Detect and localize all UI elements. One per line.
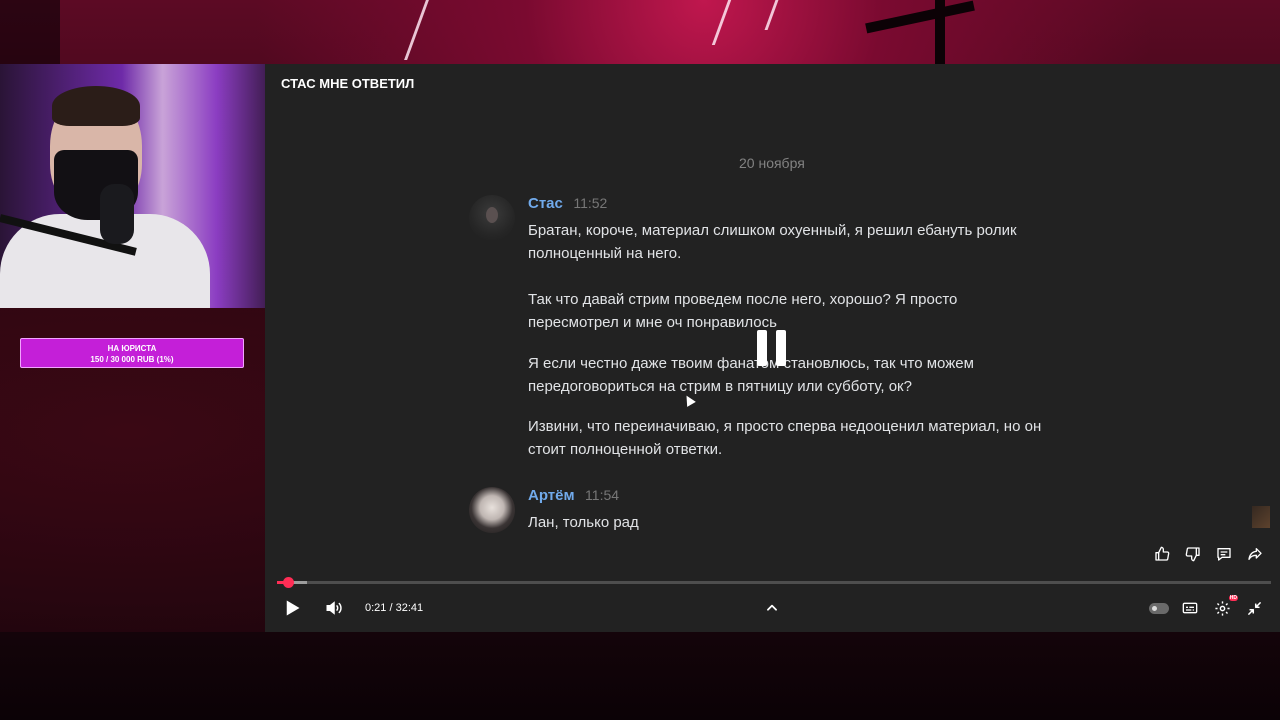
volume-icon (326, 601, 342, 615)
autoplay-toggle[interactable] (1147, 592, 1171, 624)
message-paragraph: Братан, короче, материал слишком охуенны… (528, 222, 1017, 262)
donation-progress: 150 / 30 000 RUB (1%) (90, 355, 174, 364)
message-time: 11:54 (585, 487, 620, 503)
play-button[interactable] (281, 592, 303, 624)
player-controls: 0:21 / 32:41 HD (265, 592, 1280, 624)
comment-icon[interactable] (1214, 544, 1233, 564)
background-cross-arm (865, 0, 975, 34)
video-actions (1152, 544, 1264, 564)
stream-bottom-area (0, 632, 1280, 720)
message-paragraph: Лан, только рад (528, 514, 639, 531)
message-time: 11:52 (573, 195, 608, 211)
thumbs-up-icon[interactable] (1152, 544, 1171, 564)
background-tree (0, 0, 60, 64)
lightning-bolt (764, 0, 779, 30)
settings-icon (1214, 600, 1230, 616)
expand-panel-button[interactable] (761, 592, 783, 624)
subtitles-button[interactable] (1179, 592, 1201, 624)
autoplay-toggle-icon (1149, 602, 1169, 614)
avatar (469, 195, 515, 241)
message-author: Артём (528, 487, 575, 504)
lightning-bolt (404, 0, 429, 60)
exit-fullscreen-icon (1247, 601, 1261, 615)
timecode: 0:21 / 32:41 (365, 602, 424, 614)
progress-bar[interactable] (277, 577, 1271, 588)
date-separator: 20 ноября (739, 155, 805, 171)
donation-title: НА ЮРИСТА (107, 344, 157, 353)
settings-button[interactable]: HD (1211, 592, 1238, 624)
quality-badge: HD (1228, 595, 1238, 601)
message-paragraph: Извини, что переиначиваю, я просто сперв… (528, 418, 1042, 458)
message-header: Артём 11:54 (528, 487, 619, 505)
chevron-up-icon (767, 604, 777, 611)
channel-watermark (1252, 506, 1270, 528)
message-paragraph: Я если честно даже твоим фанатом становл… (528, 355, 974, 395)
play-icon (286, 600, 300, 616)
streamer-webcam (0, 64, 271, 308)
exit-fullscreen-button[interactable] (1243, 592, 1265, 624)
donation-goal: НА ЮРИСТА 150 / 30 000 RUB (1%) (20, 338, 244, 368)
message-author: Стас (528, 195, 563, 212)
progress-scrubber[interactable] (282, 577, 294, 588)
lightning-bolt (711, 0, 732, 45)
subtitles-icon (1182, 602, 1198, 614)
message-paragraph: Так что давай стрим проведем после него,… (528, 291, 958, 331)
video-title: СТАС МНЕ ОТВЕТИЛ (281, 76, 415, 91)
webcam-hair (52, 86, 140, 126)
avatar (469, 487, 515, 533)
video-player[interactable]: СТАС МНЕ ОТВЕТИЛ 20 ноября Стас 11:52 Бр… (265, 64, 1280, 632)
webcam-microphone (100, 184, 134, 244)
volume-button[interactable] (323, 592, 345, 624)
pause-indicator-icon (757, 330, 787, 366)
thumbs-down-icon[interactable] (1183, 544, 1202, 564)
share-icon[interactable] (1245, 544, 1264, 564)
message-header: Стас 11:52 (528, 195, 607, 213)
